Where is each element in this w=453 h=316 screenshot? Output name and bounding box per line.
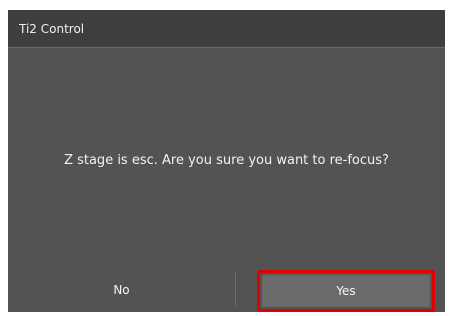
- no-button[interactable]: No: [8, 276, 235, 304]
- yes-button[interactable]: Yes: [262, 275, 430, 307]
- dialog-message: Z stage is esc. Are you sure you want to…: [64, 153, 389, 168]
- title-bar: Ti2 Control: [8, 10, 445, 48]
- confirm-dialog: Ti2 Control Z stage is esc. Are you sure…: [8, 10, 445, 312]
- button-divider: [235, 272, 236, 306]
- dialog-title: Ti2 Control: [19, 22, 85, 36]
